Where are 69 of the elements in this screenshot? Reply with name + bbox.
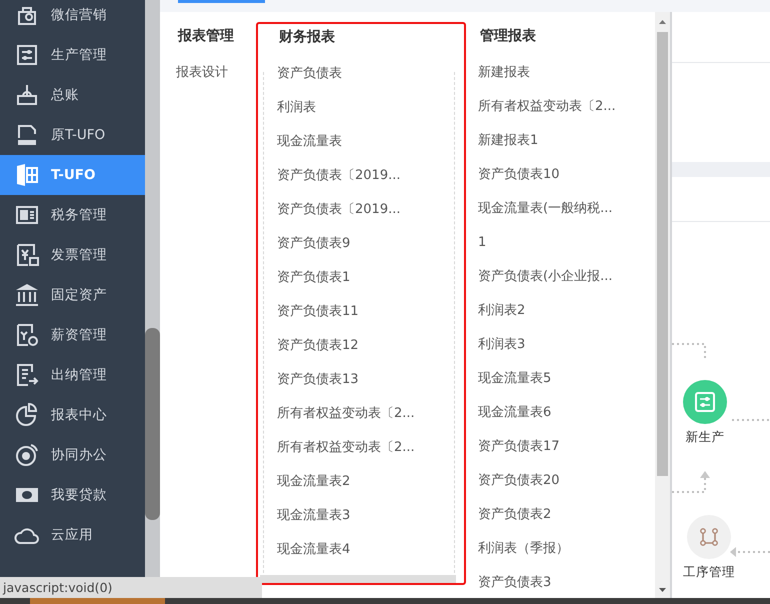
scrollbar-thumb[interactable] [657, 32, 668, 476]
sidebar-item[interactable]: 协同办公 [0, 435, 145, 475]
sidebar-item[interactable]: 总账 [0, 75, 145, 115]
sidebar-item[interactable]: 原T-UFO [0, 115, 145, 155]
scrollbar[interactable] [145, 0, 160, 577]
menu-item[interactable]: 资产负债表13 [277, 363, 359, 397]
menu-item[interactable]: 现金流量表(一般纳税... [478, 192, 612, 226]
process-node[interactable] [687, 515, 731, 559]
sidebar-item[interactable]: 发票管理 [0, 235, 145, 275]
scrollbar[interactable] [655, 12, 670, 598]
menu-item[interactable]: 资产负债表3 [478, 566, 552, 600]
payroll-icon [14, 322, 40, 348]
scrollbar-thumb[interactable] [145, 328, 160, 520]
menu-item[interactable]: 资产负债表17 [478, 430, 560, 464]
sidebar-item[interactable]: 微信营销 [0, 0, 145, 35]
node-label: 工序管理 [683, 563, 735, 581]
sidebar-item[interactable]: 我要贷款 [0, 475, 145, 515]
menu-item[interactable]: 利润表2 [478, 294, 526, 328]
horizontal-scrollbar[interactable] [260, 575, 456, 583]
menu-item[interactable]: 资产负债表20 [478, 464, 560, 498]
menu-item[interactable]: 利润表（季报） [478, 532, 569, 566]
menu-item[interactable]: 资产负债表(小企业报... [478, 260, 612, 294]
node-label: 新生产 [686, 428, 724, 446]
export-icon [14, 362, 40, 388]
menu-item[interactable]: 报表设计 [176, 56, 228, 90]
column-heading: 报表管理 [176, 27, 234, 46]
menu-item[interactable]: 现金流量表 [277, 125, 342, 159]
menu-item[interactable]: 资产负债表 [277, 57, 342, 91]
menu-item[interactable]: 资产负债表9 [277, 227, 350, 261]
menu-item[interactable]: 现金流量表3 [277, 499, 350, 533]
status-bar: javascript:void(0) [0, 577, 262, 598]
menu-item[interactable]: 现金流量表5 [478, 362, 552, 396]
menu-item[interactable]: 资产负债表〔2019... [277, 193, 400, 227]
sliders-icon [14, 42, 40, 68]
menu-item[interactable]: 资产负债表12 [277, 329, 359, 363]
process-node[interactable] [683, 380, 727, 424]
menu-item[interactable]: 所有者权益变动表〔2... [277, 397, 415, 431]
column-heading: 管理报表 [479, 27, 536, 46]
menu-item[interactable]: 现金流量表4 [277, 533, 350, 567]
grid-icon [14, 162, 40, 188]
menu-item[interactable]: 利润表3 [478, 328, 526, 362]
taskbar-item[interactable] [30, 598, 165, 604]
pie-chart-icon [14, 402, 40, 428]
menu-item[interactable]: 所有者权益变动表〔2... [277, 431, 415, 465]
menu-item[interactable]: 现金流量表6 [478, 396, 552, 430]
menu-item[interactable]: 所有者权益变动表〔2... [478, 90, 616, 124]
sidebar-item[interactable]: 税务管理 [0, 195, 145, 235]
bank-icon [14, 282, 40, 308]
menu-item[interactable]: 新建报表 [478, 56, 530, 90]
column-heading: 财务报表 [278, 28, 335, 47]
menu-item[interactable]: 新建报表1 [478, 124, 538, 158]
menu-item[interactable]: 资产负债表〔2019... [277, 159, 400, 193]
sidebar-item[interactable]: 云应用 [0, 515, 145, 555]
target-icon [14, 442, 40, 468]
menu-item[interactable]: 1 [478, 226, 486, 260]
sliders-icon [694, 391, 716, 413]
sidebar-item[interactable]: 薪资管理 [0, 315, 145, 355]
menu-item[interactable]: 资产负债表10 [478, 158, 560, 192]
menu-item[interactable]: 现金流量表2 [277, 465, 350, 499]
sidebar-item[interactable]: 生产管理 [0, 35, 145, 75]
workflow-icon [698, 526, 720, 548]
sidebar-item[interactable]: 出纳管理 [0, 355, 145, 395]
menu-item[interactable]: 利润表 [277, 91, 316, 125]
menu-item[interactable]: 资产负债表1 [277, 261, 350, 295]
invoice-icon [14, 242, 40, 268]
sidebar-item[interactable]: 固定资产 [0, 275, 145, 315]
menu-item[interactable]: 资产负债表11 [277, 295, 359, 329]
menu-item[interactable]: 资产负债表2 [478, 498, 552, 532]
sidebar-item[interactable]: 报表中心 [0, 395, 145, 435]
